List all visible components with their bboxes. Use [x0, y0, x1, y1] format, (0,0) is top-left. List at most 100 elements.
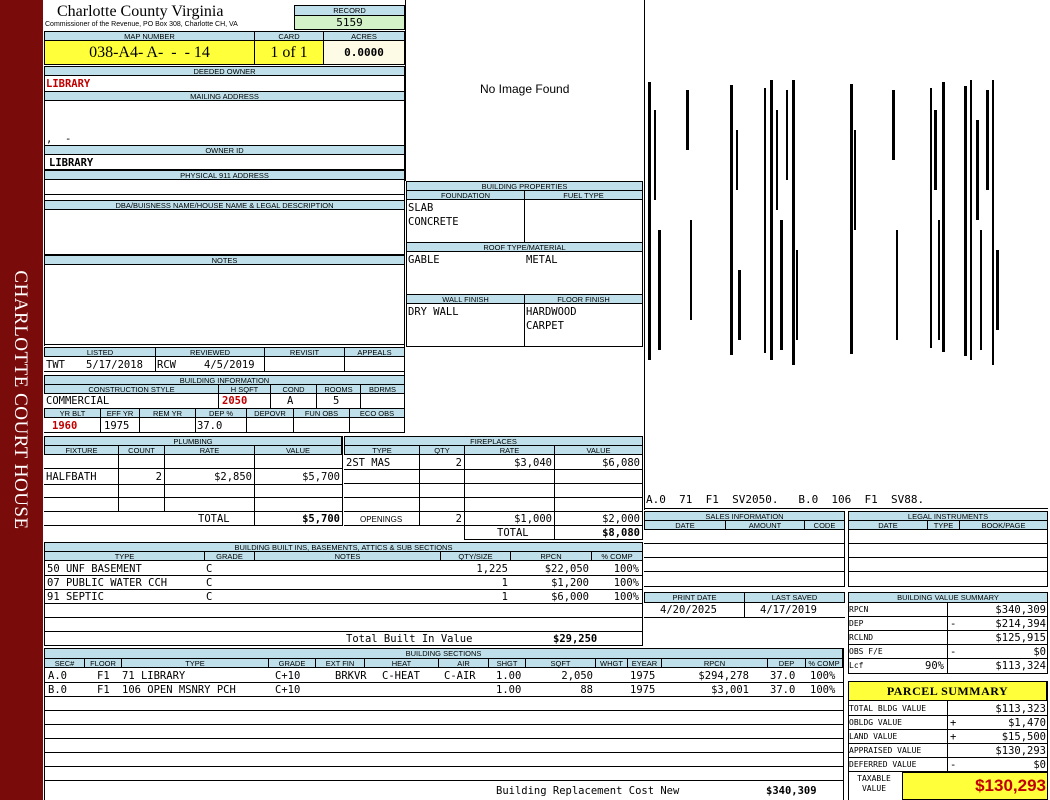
plumbing-col-value: VALUE [254, 445, 342, 455]
cond-value: A [287, 395, 294, 407]
section-eyear-1: 1975 [630, 670, 656, 682]
acres-value: 0.0000 [323, 40, 405, 65]
plumbing-value: $5,700 [302, 471, 340, 483]
plumbing-rate: $2,850 [214, 471, 252, 483]
plumbing-col-fixture: FIXTURE [44, 445, 119, 455]
county-subtitle: Commissioner of the Revenue, PO Box 308,… [45, 21, 238, 28]
section-comp-2: 100% [810, 684, 836, 696]
builtin-grade-2: C [206, 577, 213, 589]
section-air-1: C-AIR [444, 670, 476, 682]
sections-col-type: TYPE [121, 658, 269, 668]
bdrms-label: BDRMS [360, 384, 405, 394]
brcn-value: $340,309 [766, 785, 817, 797]
section-rpcn-2: $3,001 [711, 684, 749, 696]
openings-rate: $1,000 [514, 513, 552, 525]
section-grade-2: C+10 [275, 684, 301, 696]
fireplace-total-label: TOTAL [497, 527, 529, 539]
parcel-appraised-value: $130,293 [995, 745, 1046, 757]
section-heat-1: C-HEAT [382, 670, 420, 682]
sections-col-dep: DEP [767, 658, 806, 668]
legal-col-date: DATE [848, 520, 928, 530]
floor-finish-label: FLOOR FINISH [524, 294, 643, 304]
fireplace-total: $8,080 [602, 527, 640, 539]
brcn-label: Building Replacement Cost New [496, 785, 680, 797]
openings-qty: 2 [455, 513, 462, 525]
builtin-qty-3: 1 [501, 591, 508, 603]
section-shgt-1: 1.00 [496, 670, 522, 682]
section-floor-1: F1 [97, 670, 110, 682]
vs-lcf-pct: 90% [925, 660, 944, 672]
vs-lcf-label: Lcf [849, 661, 864, 670]
hsqft-value: 2050 [222, 395, 248, 407]
builtins-col-notes: NOTES [254, 551, 441, 561]
fireplace-col-qty: QTY [419, 445, 465, 455]
dep-label: DEP % [195, 408, 247, 418]
vs-obs-value: $0 [1033, 646, 1046, 658]
sales-col-date: DATE [644, 520, 726, 530]
sections-col-shgt: SHGT [488, 658, 526, 668]
county-title: Charlotte County Virginia [57, 3, 224, 20]
last-saved-value: 4/17/2019 [760, 604, 817, 616]
sections-col-rpcn: RPCN [661, 658, 768, 668]
deeded-owner-value: LIBRARY [46, 78, 91, 90]
roof-type-value: GABLE [408, 254, 440, 266]
effyr-value: 1975 [104, 420, 130, 432]
taxable-label-2: VALUE [861, 784, 887, 793]
sections-col-sec: SEC# [44, 658, 85, 668]
builtin-comp-1: 100% [613, 563, 639, 575]
fuel-type-label: FUEL TYPE [524, 190, 643, 200]
fireplace-rate: $3,040 [514, 457, 552, 469]
builtin-type-2: 07 PUBLIC WATER CCH [47, 577, 168, 589]
builtins-col-grade: GRADE [204, 551, 255, 561]
fireplace-col-rate: RATE [464, 445, 555, 455]
builtin-grade-3: C [206, 591, 213, 603]
parcel-bldg-label: TOTAL BLDG VALUE [849, 704, 927, 713]
parcel-bldg-value: $113,323 [995, 703, 1046, 715]
dep-value: 37.0 [197, 420, 223, 432]
sales-col-amount: AMOUNT [725, 520, 805, 530]
parcel-summary-title: PARCEL SUMMARY [848, 681, 1047, 701]
section-type-2: 106 OPEN MSNRY PCH [122, 684, 236, 696]
vs-rpcn-label: RPCN [849, 605, 869, 614]
roof-label: ROOF TYPE/MATERIAL [406, 242, 643, 252]
builtins-col-comp: % COMP [591, 551, 643, 561]
depovr-label: DEPOVR [246, 408, 294, 418]
builtins-col-rpcn: RPCN [510, 551, 592, 561]
mailing-address-line: , - [46, 133, 72, 145]
record-value: 5159 [294, 15, 405, 30]
remyr-label: REM YR [139, 408, 196, 418]
appeals-label: APPEALS [344, 347, 405, 357]
reviewed-date: 4/5/2019 [204, 359, 255, 371]
legal-col-type: TYPE [927, 520, 960, 530]
funobs-label: FUN OBS [293, 408, 350, 418]
vs-rpcn-value: $340,309 [995, 604, 1046, 616]
sections-col-grade: GRADE [268, 658, 316, 668]
section-sec-1: A.0 [48, 670, 67, 682]
dba-label: DBA/BUISNESS NAME/HOUSE NAME & LEGAL DES… [44, 200, 405, 210]
no-image-text: No Image Found [480, 82, 570, 96]
builtin-type-3: 91 SEPTIC [47, 591, 104, 603]
owner-id-label: OWNER ID [44, 145, 405, 155]
section-dep-1: 37.0 [770, 670, 796, 682]
builtin-rpcn-2: $1,200 [551, 577, 589, 589]
mailing-address-label: MAILING ADDRESS [44, 91, 405, 101]
plumbing-total-label: TOTAL [198, 513, 230, 525]
yrblt-label: YR BLT [44, 408, 101, 418]
sections-col-comp: % COMP [805, 658, 843, 668]
builtins-col-qty: QTY/SIZE [440, 551, 511, 561]
taxable-label-1: TAXABLE [857, 774, 891, 783]
parcel-deferred-label: DEFERRED VALUE [849, 760, 917, 769]
fireplace-qty: 2 [455, 457, 462, 469]
section-ext-1: BRKVR [335, 670, 367, 682]
builtin-type-1: 50 UNF BASEMENT [47, 563, 142, 575]
builtins-col-type: TYPE [44, 551, 205, 561]
floor-finish-value-1: HARDWOOD [526, 306, 577, 318]
section-sqft-1: 2,050 [561, 670, 593, 682]
vs-rclnd-label: RCLND [849, 633, 874, 642]
reviewed-by: RCW [157, 359, 176, 371]
construction-style-value: COMMERCIAL [46, 395, 110, 407]
builtins-total: $29,250 [553, 633, 598, 645]
cond-label: COND [270, 384, 317, 394]
yrblt-value: 1960 [52, 420, 78, 432]
openings-value: $2,000 [602, 513, 640, 525]
